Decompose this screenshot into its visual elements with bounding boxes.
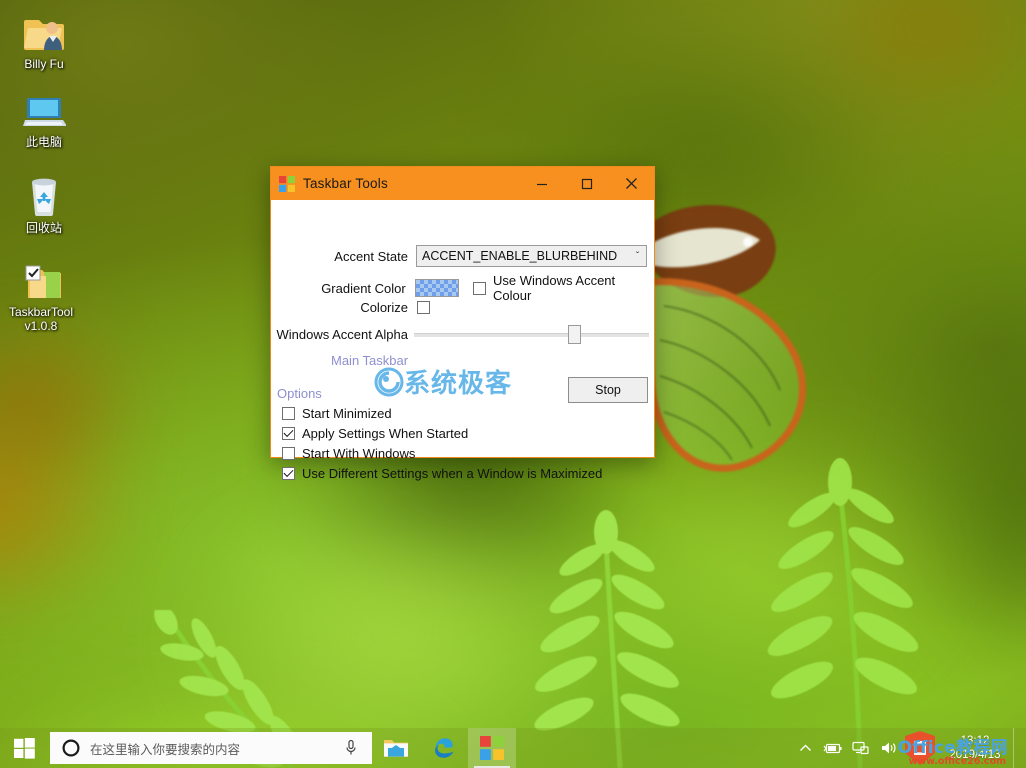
gradient-color-swatch[interactable] bbox=[414, 279, 460, 297]
use-different-settings-maximized-checkbox[interactable] bbox=[282, 467, 295, 480]
accent-state-value: ACCENT_ENABLE_BLURBEHIND bbox=[422, 249, 618, 263]
folder-icon bbox=[384, 740, 408, 757]
user-folder-icon bbox=[5, 6, 83, 54]
microphone-icon[interactable] bbox=[344, 739, 358, 757]
slider-thumb[interactable] bbox=[567, 325, 581, 344]
gradient-color-label: Gradient Color bbox=[321, 280, 406, 296]
desktop-icon-label: Billy Fu bbox=[24, 57, 64, 71]
window-title: Taskbar Tools bbox=[303, 176, 388, 191]
use-different-settings-maximized-label: Use Different Settings when a Window is … bbox=[302, 466, 603, 481]
apply-settings-when-started-label: Apply Settings When Started bbox=[302, 426, 469, 441]
watermark-text: 系统极客 bbox=[404, 369, 513, 399]
volume-button[interactable] bbox=[875, 728, 903, 768]
colorize-checkbox[interactable] bbox=[417, 301, 430, 314]
desktop-icon-label: 回收站 bbox=[25, 221, 62, 235]
cortana-circle-icon bbox=[62, 739, 80, 757]
start-button[interactable] bbox=[0, 728, 48, 768]
desktop-icon-taskbartool[interactable]: TaskbarTool v1.0.8 bbox=[0, 254, 82, 333]
edge-icon bbox=[435, 738, 454, 758]
fern-frond-far-right bbox=[767, 458, 919, 768]
colorize-label: Colorize bbox=[360, 300, 408, 315]
gradient-color-row: Gradient Color Use Windows Accent Colour bbox=[271, 273, 654, 303]
use-windows-accent-colour-row[interactable]: Use Windows Accent Colour bbox=[473, 273, 654, 303]
start-with-windows-label: Start With Windows bbox=[302, 446, 416, 461]
stop-button[interactable]: Stop bbox=[568, 377, 648, 403]
taskbar-tools-window[interactable]: Taskbar Tools Accent State ACCENT_ENABLE… bbox=[270, 166, 655, 481]
chevron-up-icon bbox=[799, 744, 811, 751]
checkbox-row[interactable]: Start Minimized bbox=[282, 406, 392, 421]
windows-squares-icon bbox=[480, 736, 504, 760]
speaker-icon bbox=[882, 742, 896, 754]
show-hidden-icons-button[interactable] bbox=[791, 728, 819, 768]
computer-icon bbox=[5, 84, 83, 132]
office-hub-button[interactable] bbox=[903, 728, 937, 768]
colorize-row: Colorize bbox=[271, 300, 654, 315]
checkbox-row[interactable]: Apply Settings When Started bbox=[282, 426, 468, 441]
site-watermark: 系统极客 bbox=[374, 363, 512, 400]
window-title-bar[interactable]: Taskbar Tools bbox=[271, 167, 654, 200]
start-with-windows-checkbox[interactable] bbox=[282, 447, 295, 460]
accent-state-row: Accent State ACCENT_ENABLE_BLURBEHIND ˇ bbox=[271, 245, 654, 267]
recycle-bin-icon bbox=[5, 170, 83, 218]
checkbox-row[interactable]: Use Different Settings when a Window is … bbox=[282, 466, 602, 481]
show-desktop-button[interactable] bbox=[1013, 728, 1022, 768]
start-minimized-checkbox[interactable] bbox=[282, 407, 295, 420]
desktop-icon-recycle-bin[interactable]: 回收站 bbox=[5, 170, 83, 235]
slider-track bbox=[414, 333, 649, 337]
search-box[interactable]: 在这里输入你要搜索的内容 bbox=[50, 732, 372, 764]
windows-accent-alpha-label: Windows Accent Alpha bbox=[276, 326, 408, 342]
desktop-icon-billy-fu[interactable]: Billy Fu bbox=[5, 6, 83, 71]
maximize-icon bbox=[581, 178, 592, 189]
battery-icon bbox=[823, 743, 842, 753]
use-windows-accent-colour-label: Use Windows Accent Colour bbox=[493, 273, 616, 303]
windows-start-icon bbox=[13, 737, 35, 759]
taskbartool-folder-icon bbox=[0, 254, 82, 302]
use-windows-accent-colour-checkbox[interactable] bbox=[473, 281, 487, 295]
close-button[interactable] bbox=[609, 167, 654, 200]
options-label: Options bbox=[277, 386, 322, 401]
desktop-icon-label: 此电脑 bbox=[25, 135, 62, 149]
windows-squares-icon bbox=[279, 175, 295, 192]
search-input[interactable]: 在这里输入你要搜索的内容 bbox=[90, 739, 344, 758]
battery-button[interactable] bbox=[819, 728, 847, 768]
clock-time: 13:12 bbox=[960, 735, 990, 747]
system-tray[interactable]: 13:12 2019/4/13 bbox=[791, 728, 1026, 768]
chevron-down-icon: ˇ bbox=[635, 250, 640, 262]
clock-date: 2019/4/13 bbox=[949, 749, 1001, 761]
checkbox-row[interactable]: Start With Windows bbox=[282, 446, 415, 461]
network-button[interactable] bbox=[847, 728, 875, 768]
taskbar-app-file-explorer[interactable] bbox=[372, 728, 420, 768]
watermark-logo-icon bbox=[374, 367, 404, 396]
maximize-button[interactable] bbox=[564, 167, 609, 200]
minimize-button[interactable] bbox=[519, 167, 564, 200]
taskbar-app-microsoft-edge[interactable] bbox=[420, 728, 468, 768]
start-minimized-label: Start Minimized bbox=[302, 406, 392, 421]
windows-accent-alpha-slider[interactable] bbox=[414, 324, 649, 344]
close-icon bbox=[626, 178, 637, 189]
network-icon bbox=[852, 741, 869, 755]
desktop-icon-this-pc[interactable]: 此电脑 bbox=[5, 84, 83, 149]
taskbar-app-taskbartool[interactable] bbox=[468, 728, 516, 768]
minimize-icon bbox=[536, 183, 547, 185]
accent-state-label: Accent State bbox=[334, 248, 408, 264]
accent-state-select[interactable]: ACCENT_ENABLE_BLURBEHIND ˇ bbox=[416, 245, 647, 267]
windows-accent-alpha-row: Windows Accent Alpha bbox=[271, 324, 654, 344]
apply-settings-when-started-checkbox[interactable] bbox=[282, 427, 295, 440]
office-icon bbox=[905, 731, 935, 765]
clock[interactable]: 13:12 2019/4/13 bbox=[937, 728, 1013, 768]
taskbar[interactable]: 在这里输入你要搜索的内容 13:12 2019/4/13 Office教程网 w… bbox=[0, 728, 1026, 768]
desktop-icon-label: TaskbarTool v1.0.8 bbox=[8, 305, 74, 333]
window-client-area: Accent State ACCENT_ENABLE_BLURBEHIND ˇ … bbox=[271, 200, 654, 481]
